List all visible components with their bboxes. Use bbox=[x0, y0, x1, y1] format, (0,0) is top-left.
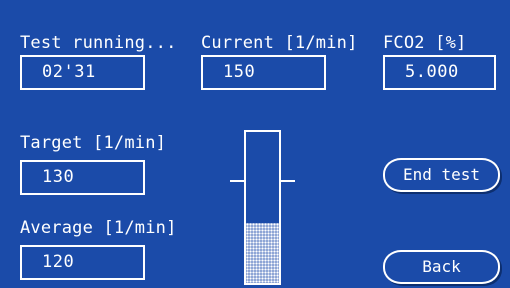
elapsed-time-display: 02'31 bbox=[20, 55, 145, 90]
level-gauge bbox=[244, 130, 281, 285]
status-label: Test running... bbox=[20, 33, 177, 53]
average-value-display: 120 bbox=[20, 245, 145, 280]
current-value-display: 150 bbox=[201, 55, 326, 90]
target-label: Target [1/min] bbox=[20, 133, 167, 153]
fco2-value-display: 5.000 bbox=[383, 55, 496, 90]
target-value-display: 130 bbox=[20, 160, 145, 195]
back-button[interactable]: Back bbox=[383, 250, 500, 284]
end-test-button[interactable]: End test bbox=[383, 158, 500, 192]
gauge-fill bbox=[246, 222, 279, 283]
gauge-target-marker-left bbox=[230, 180, 244, 182]
current-label: Current [1/min] bbox=[201, 33, 358, 53]
gauge-target-marker-right bbox=[281, 180, 295, 182]
fco2-label: FCO2 [%] bbox=[383, 33, 467, 53]
test-screen: Test running... 02'31 Current [1/min] 15… bbox=[0, 0, 510, 288]
average-label: Average [1/min] bbox=[20, 218, 177, 238]
